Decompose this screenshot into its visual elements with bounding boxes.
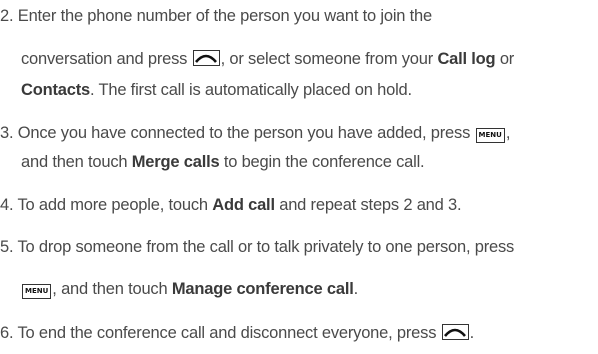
menu-key-icon: MENU bbox=[22, 284, 52, 299]
step-text: and repeat steps 2 and 3. bbox=[274, 196, 462, 214]
step-5-line-1: 5. To drop someone from the call or to t… bbox=[0, 237, 514, 257]
step-2-line-3: Contacts. The first call is automaticall… bbox=[21, 80, 412, 100]
step-text: . bbox=[353, 280, 359, 298]
step-text: , bbox=[505, 124, 511, 142]
step-text: , or select someone from your bbox=[220, 50, 438, 68]
step-text: and then touch bbox=[21, 153, 132, 171]
merge-calls-term: Merge calls bbox=[131, 153, 220, 171]
step-number: 2. bbox=[0, 7, 14, 25]
step-6-line-1: 6. To end the conference call and discon… bbox=[0, 323, 474, 343]
menu-key-icon: MENU bbox=[475, 128, 505, 143]
step-4-line-1: 4. To add more people, touch Add call an… bbox=[0, 195, 462, 215]
step-2-line-2: conversation and press , or select someo… bbox=[21, 49, 514, 69]
step-text: . The first call is automatically placed… bbox=[90, 81, 412, 99]
step-3-line-1: 3. Once you have connected to the person… bbox=[0, 123, 510, 143]
contacts-term: Contacts bbox=[21, 81, 90, 99]
step-text: conversation and press bbox=[21, 50, 192, 68]
step-text: To add more people, touch bbox=[17, 196, 213, 214]
step-text: To drop someone from the call or to talk… bbox=[17, 238, 515, 256]
step-text: , and then touch bbox=[52, 280, 172, 298]
step-text: or bbox=[495, 50, 515, 68]
instruction-page: 2. Enter the phone number of the person … bbox=[0, 0, 598, 354]
step-2-line-1: 2. Enter the phone number of the person … bbox=[0, 6, 432, 26]
call-key-icon bbox=[441, 324, 469, 340]
step-number: 5. bbox=[0, 238, 14, 256]
add-call-term: Add call bbox=[212, 196, 275, 214]
step-text: Enter the phone number of the person you… bbox=[17, 7, 432, 25]
manage-conference-term: Manage conference call bbox=[171, 280, 354, 298]
step-text: Once you have connected to the person yo… bbox=[17, 124, 475, 142]
step-number: 4. bbox=[0, 196, 14, 214]
step-text: to begin the conference call. bbox=[219, 153, 425, 171]
call-key-icon bbox=[192, 50, 220, 66]
step-number: 3. bbox=[0, 124, 14, 142]
step-text: . bbox=[469, 324, 475, 342]
step-3-line-2: and then touch Merge calls to begin the … bbox=[21, 152, 425, 172]
step-5-line-2: MENU, and then touch Manage conference c… bbox=[21, 279, 358, 299]
step-number: 6. bbox=[0, 324, 14, 342]
call-log-term: Call log bbox=[437, 50, 496, 68]
step-text: To end the conference call and disconnec… bbox=[17, 324, 441, 342]
